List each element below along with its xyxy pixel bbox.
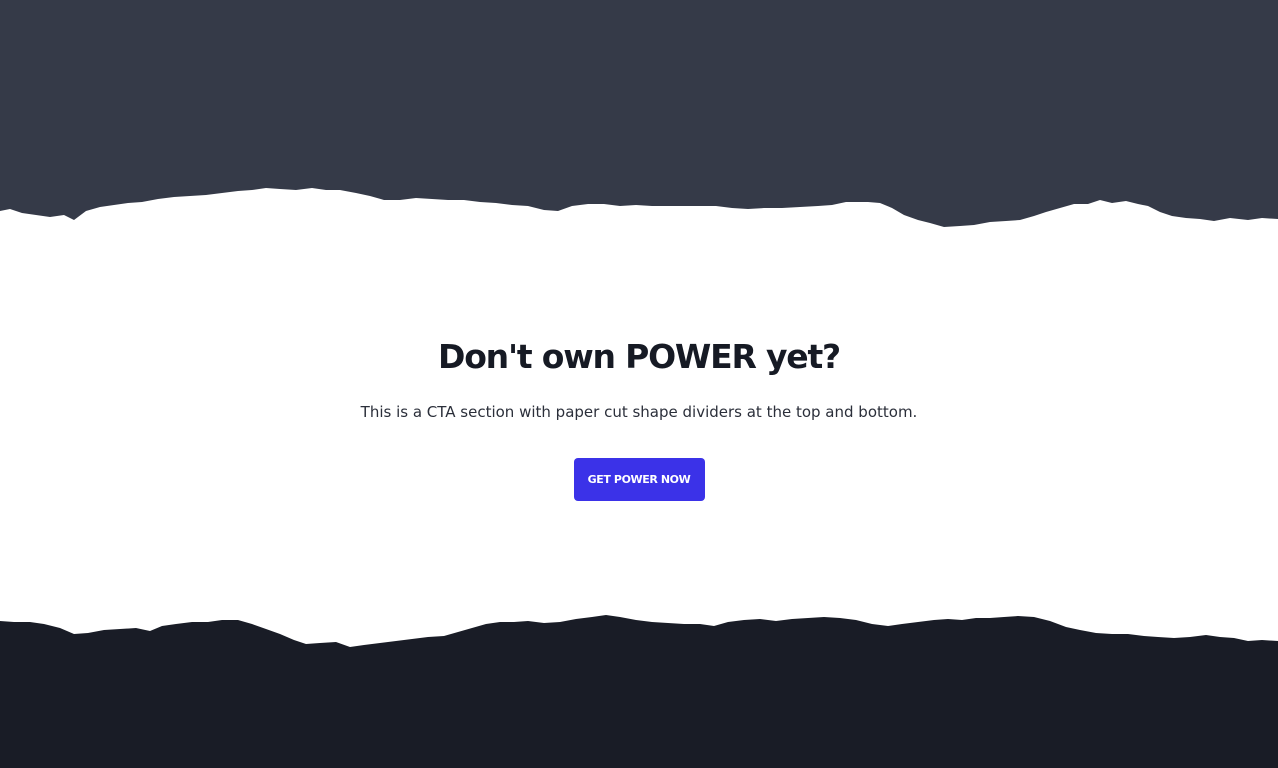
cta-page: Don't own POWER yet? This is a CTA secti… (0, 0, 1278, 768)
cta-title: Don't own POWER yet? (438, 337, 841, 376)
top-paper-cut-shape (0, 0, 1278, 227)
get-power-now-button[interactable]: GET POWER NOW (573, 458, 705, 501)
cta-description: This is a CTA section with paper cut sha… (360, 403, 918, 421)
bottom-paper-cut-shape (0, 615, 1278, 768)
cta-section: Don't own POWER yet? This is a CTA secti… (0, 330, 1278, 501)
top-paper-cut-divider (0, 0, 1278, 227)
bottom-paper-cut-divider (0, 615, 1278, 768)
